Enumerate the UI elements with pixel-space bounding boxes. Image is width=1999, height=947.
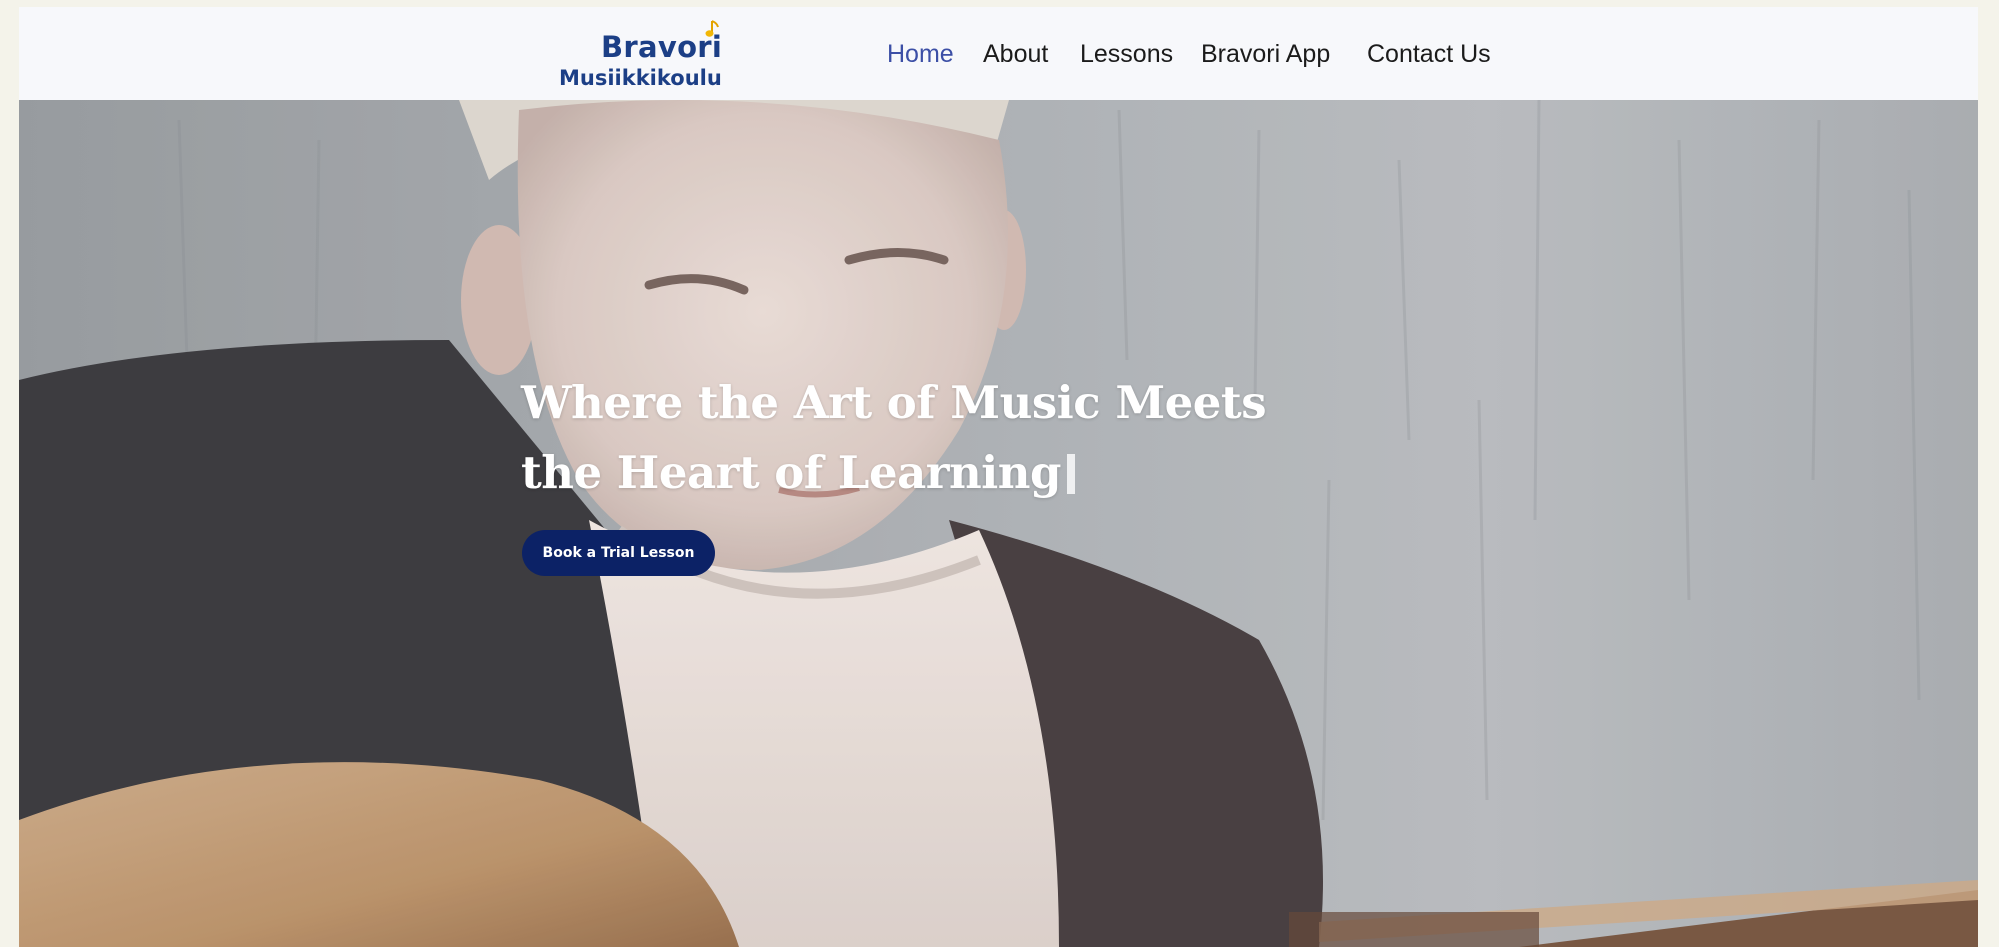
book-trial-lesson-button[interactable]: Book a Trial Lesson (522, 530, 715, 576)
hero-headline-line2: the Heart of Learning (521, 446, 1061, 499)
page-frame: Bravori Musiikkikoulu Home About Lessons… (19, 7, 1978, 947)
nav-home-link[interactable]: Home (887, 42, 954, 67)
hero-headline-line2-wrap: the Heart of Learning (521, 438, 1266, 508)
hero-headline-line1: Where the Art of Music Meets (521, 376, 1267, 429)
hero-section: Where the Art of Music Meets the Heart o… (19, 100, 1978, 947)
hero-headline: Where the Art of Music Meets the Heart o… (521, 368, 1267, 508)
nav-lessons-link[interactable]: Lessons (1080, 42, 1173, 67)
nav-contact-us-link[interactable]: Contact Us (1367, 42, 1491, 67)
nav-about-link[interactable]: About (983, 42, 1048, 67)
typing-caret-icon (1066, 454, 1075, 494)
hero-background-image (19, 100, 1978, 947)
site-header: Bravori Musiikkikoulu Home About Lessons… (19, 7, 1978, 100)
main-navigation: Home About Lessons Bravori App Contact U… (19, 7, 1978, 100)
nav-bravori-app-link[interactable]: Bravori App (1201, 42, 1330, 67)
